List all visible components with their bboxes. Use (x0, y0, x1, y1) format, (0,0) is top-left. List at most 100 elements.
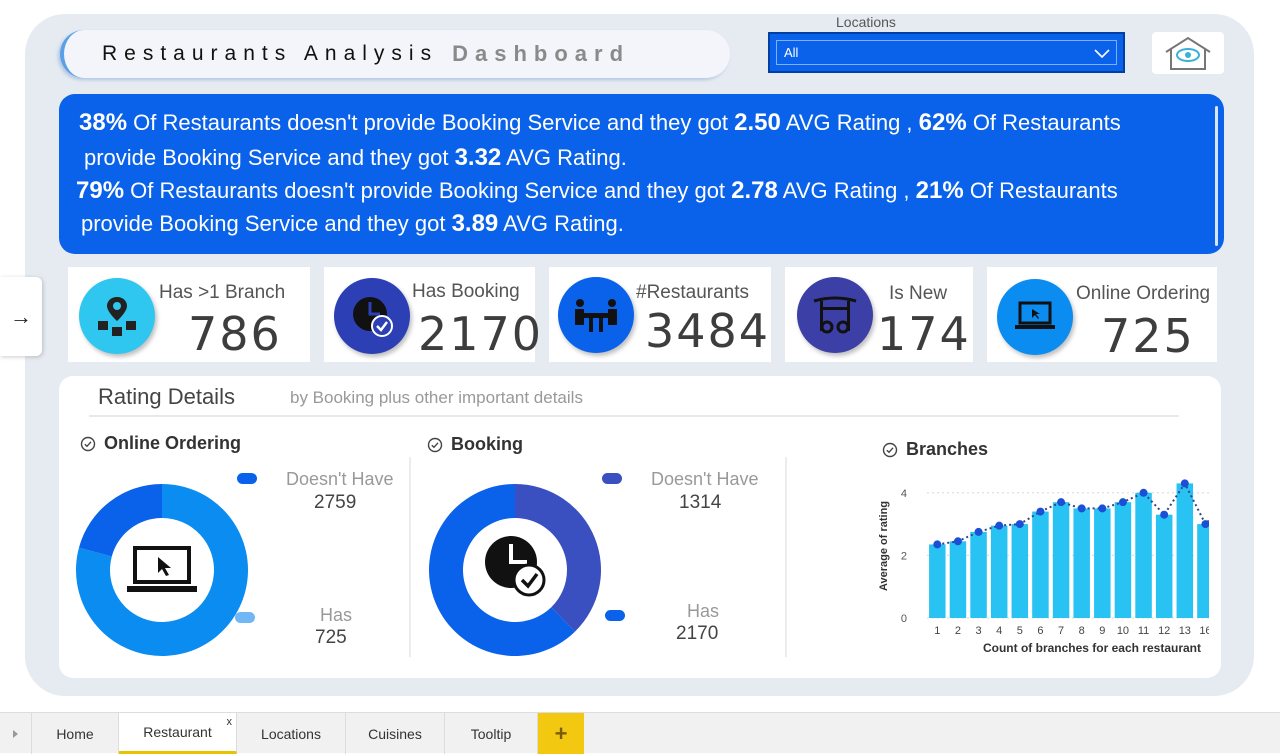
title-part-dashboard: Dashboard (452, 41, 631, 66)
data-point[interactable] (1139, 488, 1148, 497)
x-tick-label: 12 (1158, 625, 1170, 637)
data-point[interactable] (1118, 498, 1127, 507)
booking-title-text: Booking (451, 434, 523, 454)
data-point[interactable] (1160, 510, 1169, 519)
x-tick-label: 11 (1138, 625, 1149, 637)
dining-table-icon (558, 277, 634, 353)
expand-panel-button[interactable]: → (0, 277, 42, 356)
x-tick-label: 9 (1099, 625, 1105, 637)
bar[interactable] (1135, 492, 1152, 618)
bar[interactable] (1155, 514, 1173, 618)
tab-home[interactable]: Home (32, 713, 119, 754)
arrow-right-icon: → (10, 303, 32, 329)
chevron-down-icon (1094, 49, 1110, 59)
section-divider (409, 457, 411, 657)
kpi-card-restaurants: #Restaurants 3484 (549, 267, 771, 362)
banner-line-3: 79% Of Restaurants doesn't provide Booki… (76, 177, 1118, 205)
kpi-value: 2170 (418, 307, 544, 361)
data-point[interactable] (953, 537, 962, 546)
online-ordering-title-text: Online Ordering (104, 433, 242, 453)
tabs-scroll-left[interactable] (0, 713, 32, 754)
bar[interactable] (990, 525, 1008, 618)
branches-title-text: Branches (906, 439, 989, 459)
x-tick-label: 2 (955, 625, 961, 637)
branches-bar-chart[interactable]: 02412345678910111213161920Count of branc… (809, 466, 1209, 676)
x-tick-label: 1 (934, 625, 940, 637)
banner-text: provide Booking Service and they got (84, 145, 455, 170)
banner-line-4: provide Booking Service and they got 3.8… (81, 210, 624, 238)
bar[interactable] (929, 544, 946, 618)
bar[interactable] (1176, 483, 1194, 618)
kpi-value: 3484 (645, 304, 771, 358)
bar[interactable] (949, 541, 967, 618)
legend-dot-has (605, 610, 625, 621)
bar[interactable] (1032, 511, 1049, 618)
tab-tooltip[interactable]: Tooltip (445, 713, 538, 754)
data-point[interactable] (1015, 520, 1024, 529)
booking-doesnt-have-value: 1314 (679, 492, 722, 513)
banner-pct: 38% (79, 109, 128, 136)
y-axis-label: Average of rating (878, 501, 890, 591)
legend-dot-doesnt-have (602, 473, 622, 484)
branches-title: Branches (882, 439, 988, 460)
banner-rating: 3.89 (451, 210, 499, 237)
bar[interactable] (1073, 508, 1090, 618)
data-point[interactable] (1180, 479, 1189, 488)
x-tick-label: 4 (996, 625, 1002, 637)
data-point[interactable] (974, 527, 983, 536)
tab-locations[interactable]: Locations (237, 713, 346, 754)
kpi-value: 786 (188, 307, 282, 361)
x-tick-label: 16 (1199, 625, 1209, 637)
data-point[interactable] (995, 521, 1004, 530)
data-point[interactable] (1098, 504, 1107, 513)
online-ordering-donut[interactable] (72, 480, 252, 660)
rating-details-divider (89, 415, 1179, 417)
x-tick-label: 3 (976, 625, 982, 637)
bar[interactable] (970, 531, 987, 618)
x-axis-label: Count of branches for each restaurant (983, 641, 1201, 655)
banner-text: provide Booking Service and they got (81, 211, 452, 236)
check-circle-icon (80, 436, 96, 451)
data-point[interactable] (1057, 498, 1066, 507)
tab-restaurant[interactable]: Restaurant x (119, 713, 237, 754)
locations-dropdown[interactable]: All (768, 32, 1125, 73)
x-tick-label: 13 (1179, 625, 1191, 637)
banner-pct: 79% (76, 177, 125, 204)
tab-cuisines[interactable]: Cuisines (346, 713, 445, 754)
branch-location-icon (79, 278, 155, 354)
donut-slice-has[interactable] (78, 484, 162, 557)
data-point[interactable] (1077, 504, 1086, 513)
bar[interactable] (1114, 502, 1132, 618)
banner-line-2: provide Booking Service and they got 3.3… (84, 144, 627, 172)
banner-line-1: 38% Of Restaurants doesn't provide Booki… (79, 109, 1121, 137)
x-tick-label: 5 (1017, 625, 1023, 637)
online-has-label: Has (320, 605, 353, 625)
legend-dot-doesnt-have (237, 473, 257, 484)
rating-details-title: Rating Details (98, 384, 235, 409)
home-eye-icon (1165, 36, 1211, 70)
banner-text: Of Restaurants (966, 110, 1121, 135)
banner-scrollbar[interactable] (1215, 106, 1218, 246)
kpi-label: Online Ordering (1076, 283, 1211, 304)
data-point[interactable] (1036, 507, 1045, 516)
bar[interactable] (1011, 524, 1029, 618)
data-point[interactable] (933, 540, 942, 549)
home-button[interactable] (1152, 32, 1224, 74)
clock-check-icon (485, 536, 546, 597)
banner-text: Of Restaurants doesn't provide Booking S… (127, 110, 735, 135)
locations-dropdown-border (776, 40, 1117, 65)
add-page-button[interactable]: + (538, 713, 584, 754)
online-has-value: 725 (315, 627, 347, 648)
banner-rating: 2.50 (734, 109, 781, 136)
kpi-value: 174 (877, 307, 971, 361)
bar[interactable] (1094, 508, 1111, 618)
banner-text: Of Restaurants (963, 178, 1118, 203)
booking-donut[interactable] (425, 480, 605, 660)
tab-label: Tooltip (470, 725, 512, 742)
bar[interactable] (1197, 524, 1209, 618)
tab-label: Locations (261, 725, 321, 742)
close-icon[interactable]: x (227, 716, 233, 728)
dashboard-title: Restaurants Analysis Dashboard (60, 30, 730, 78)
bar[interactable] (1052, 502, 1070, 618)
tab-label: Cuisines (368, 725, 422, 742)
